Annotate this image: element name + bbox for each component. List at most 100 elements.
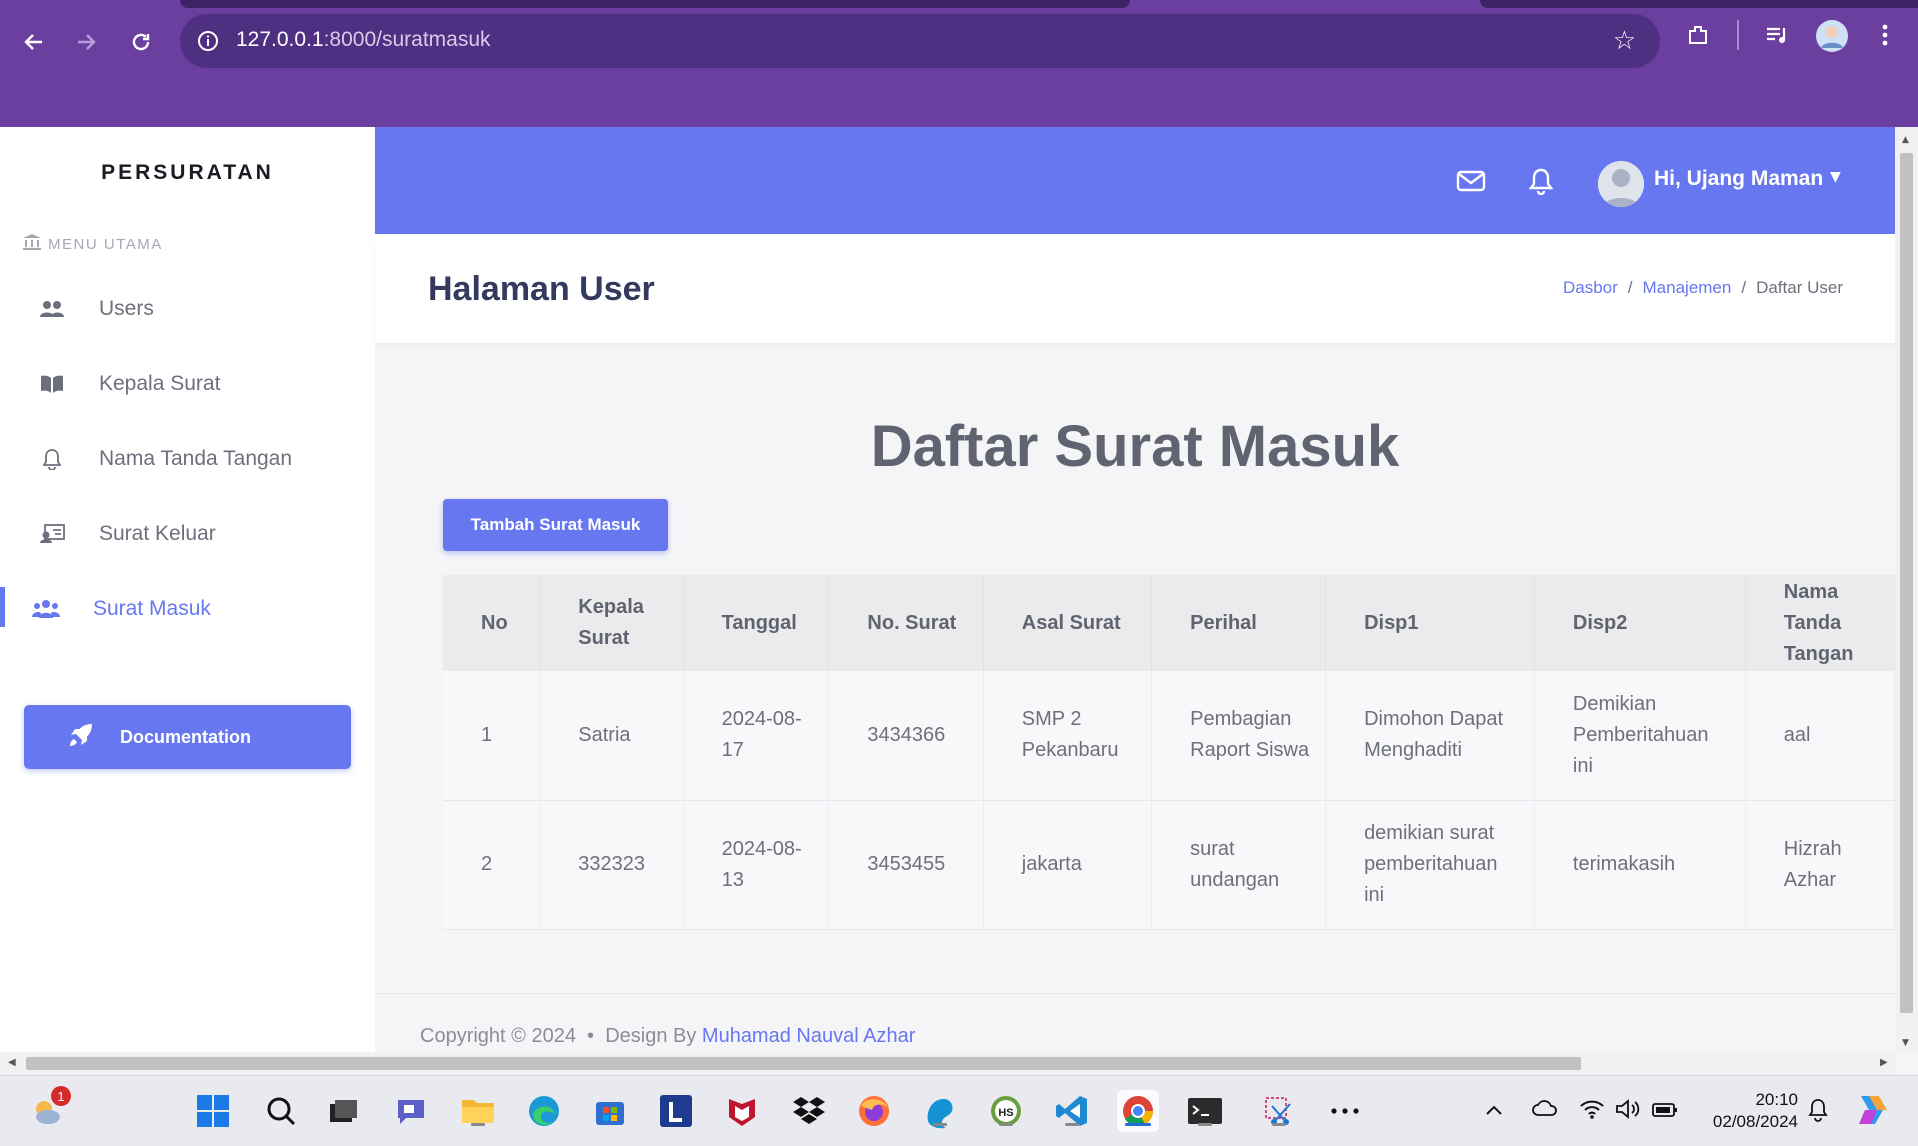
- back-icon[interactable]: [14, 22, 54, 62]
- system-clock[interactable]: 20:10 02/08/2024: [1700, 1089, 1798, 1133]
- toolbar-divider: [1737, 20, 1739, 50]
- documentation-label: Documentation: [120, 726, 252, 747]
- documentation-button[interactable]: Documentation: [24, 705, 351, 769]
- table-row: 1 Satria 2024-08-17 3434366 SMP 2 Pekanb…: [443, 671, 1895, 801]
- menu-heading-label: MENU UTAMA: [48, 235, 163, 253]
- scroll-down-icon[interactable]: ▼: [1902, 1038, 1909, 1048]
- more-apps-icon[interactable]: [1324, 1090, 1366, 1132]
- snipping-tool-icon[interactable]: [1258, 1090, 1300, 1132]
- scroll-right-icon[interactable]: ▶: [1880, 1057, 1888, 1068]
- file-explorer-icon[interactable]: [457, 1090, 499, 1132]
- breadcrumb-manajemen[interactable]: Manajemen: [1643, 278, 1732, 298]
- sidebar-item-surat-keluar[interactable]: Surat Keluar: [0, 504, 375, 564]
- sidebar-item-surat-masuk[interactable]: Surat Masuk: [0, 579, 375, 639]
- running-indicator: [1272, 1123, 1286, 1126]
- bell-icon[interactable]: [1525, 165, 1557, 197]
- firefox-icon[interactable]: [853, 1090, 895, 1132]
- url-host: 127.0.0.1: [236, 28, 324, 51]
- column-header: Perihal: [1151, 575, 1327, 671]
- table-cell: 332323: [539, 800, 684, 930]
- table-container: No Kepala Surat Tanggal No. Surat Asal S…: [443, 575, 1895, 930]
- profile-avatar-icon[interactable]: [1816, 20, 1848, 58]
- site-info-icon[interactable]: [194, 27, 222, 55]
- l-app-icon[interactable]: [655, 1090, 697, 1132]
- notification-bell-icon[interactable]: [1807, 1098, 1829, 1127]
- rocket-icon: [68, 722, 94, 753]
- edge-icon[interactable]: [523, 1090, 565, 1132]
- bullet-separator: •: [581, 1025, 600, 1047]
- scroll-left-icon[interactable]: ◀: [8, 1057, 16, 1068]
- onedrive-icon[interactable]: [1532, 1098, 1558, 1122]
- scrollbar-thumb[interactable]: [1900, 153, 1913, 1013]
- add-surat-masuk-button[interactable]: Tambah Surat Masuk: [443, 499, 668, 551]
- sidebar-item-nama-tanda-tangan[interactable]: Nama Tanda Tangan: [0, 429, 375, 489]
- tray-chevron-up-icon[interactable]: [1484, 1098, 1504, 1122]
- running-indicator: [471, 1123, 485, 1126]
- design-by-text: Design By: [605, 1025, 697, 1047]
- url-text[interactable]: 127.0.0.1:8000/suratmasuk: [236, 28, 491, 52]
- reload-icon[interactable]: [121, 22, 161, 62]
- battery-icon[interactable]: [1651, 1098, 1679, 1125]
- sidebar-item-label: Users: [99, 297, 154, 320]
- mysql-workbench-icon[interactable]: [919, 1090, 961, 1132]
- brand-title[interactable]: PERSURATAN: [0, 161, 375, 185]
- chat-icon[interactable]: [390, 1090, 432, 1132]
- table-header-row: No Kepala Surat Tanggal No. Surat Asal S…: [443, 575, 1895, 671]
- id-card-icon: [38, 520, 66, 548]
- search-icon[interactable]: [260, 1090, 302, 1132]
- browser-tab[interactable]: [1480, 0, 1918, 8]
- address-bar[interactable]: 127.0.0.1:8000/suratmasuk ☆: [180, 14, 1660, 68]
- vscode-icon[interactable]: [1051, 1090, 1093, 1132]
- running-indicator: [1198, 1123, 1212, 1126]
- breadcrumb-separator: /: [1741, 278, 1747, 297]
- breadcrumb-dasbor[interactable]: Dasbor: [1563, 278, 1618, 298]
- weather-icon[interactable]: 1: [27, 1086, 71, 1132]
- user-greeting[interactable]: Hi, Ujang Maman: [1654, 167, 1823, 191]
- heidisql-icon[interactable]: HS: [985, 1090, 1027, 1132]
- avatar[interactable]: [1598, 161, 1644, 207]
- surat-masuk-table: No Kepala Surat Tanggal No. Surat Asal S…: [443, 575, 1895, 930]
- sidebar-item-label: Nama Tanda Tangan: [99, 447, 293, 470]
- scroll-up-icon[interactable]: ▲: [1902, 135, 1909, 145]
- author-link[interactable]: Muhamad Nauval Azhar: [702, 1025, 915, 1047]
- browser-menu-icon[interactable]: [1880, 22, 1890, 54]
- caret-down-icon[interactable]: ▼: [1830, 169, 1841, 185]
- wifi-icon[interactable]: [1579, 1098, 1605, 1125]
- terminal-icon[interactable]: [1184, 1090, 1226, 1132]
- menu-heading: MENU UTAMA: [22, 233, 163, 255]
- browser-tab[interactable]: [180, 0, 1130, 8]
- svg-text:HS: HS: [998, 1107, 1013, 1119]
- table-cell: Hizrah Azhar: [1745, 800, 1895, 930]
- copilot-icon[interactable]: [1853, 1090, 1891, 1133]
- table-cell: jakarta: [983, 800, 1153, 930]
- mcafee-icon[interactable]: [721, 1090, 763, 1132]
- bell-icon: [38, 445, 66, 473]
- windows-start-icon[interactable]: [192, 1090, 234, 1132]
- bookmark-star-icon[interactable]: ☆: [1613, 26, 1636, 56]
- microsoft-store-icon[interactable]: [589, 1090, 631, 1132]
- clock-time: 20:10: [1755, 1090, 1798, 1109]
- vertical-scrollbar[interactable]: ▲ ▼: [1895, 127, 1918, 1052]
- dropbox-icon[interactable]: [788, 1090, 830, 1132]
- envelope-icon[interactable]: [1455, 165, 1487, 197]
- table-cell: 2024-08-17: [683, 671, 830, 801]
- extensions-icon[interactable]: [1686, 22, 1712, 54]
- table-cell: demikian surat pemberitahuan ini: [1325, 800, 1535, 930]
- forward-icon[interactable]: [66, 22, 106, 62]
- page-title: Halaman User: [428, 270, 655, 308]
- task-view-icon[interactable]: [322, 1090, 364, 1132]
- notification-badge: 1: [51, 1086, 71, 1106]
- table-cell: surat undangan: [1151, 800, 1327, 930]
- sidebar-item-kepala-surat[interactable]: Kepala Surat: [0, 354, 375, 414]
- scrollbar-thumb[interactable]: [26, 1057, 1581, 1070]
- table-cell: 2024-08-13: [683, 800, 830, 930]
- running-indicator: [1125, 1123, 1151, 1126]
- volume-icon[interactable]: [1615, 1098, 1641, 1125]
- sidebar-item-label: Surat Keluar: [99, 522, 216, 545]
- horizontal-scrollbar[interactable]: ◀ ▶: [0, 1052, 1895, 1075]
- media-controls-icon[interactable]: [1764, 22, 1790, 54]
- bank-icon: [22, 233, 42, 255]
- sidebar-item-users[interactable]: Users: [0, 279, 375, 339]
- breadcrumb: Dasbor / Manajemen / Daftar User: [1563, 278, 1843, 298]
- chrome-icon[interactable]: [1117, 1090, 1159, 1132]
